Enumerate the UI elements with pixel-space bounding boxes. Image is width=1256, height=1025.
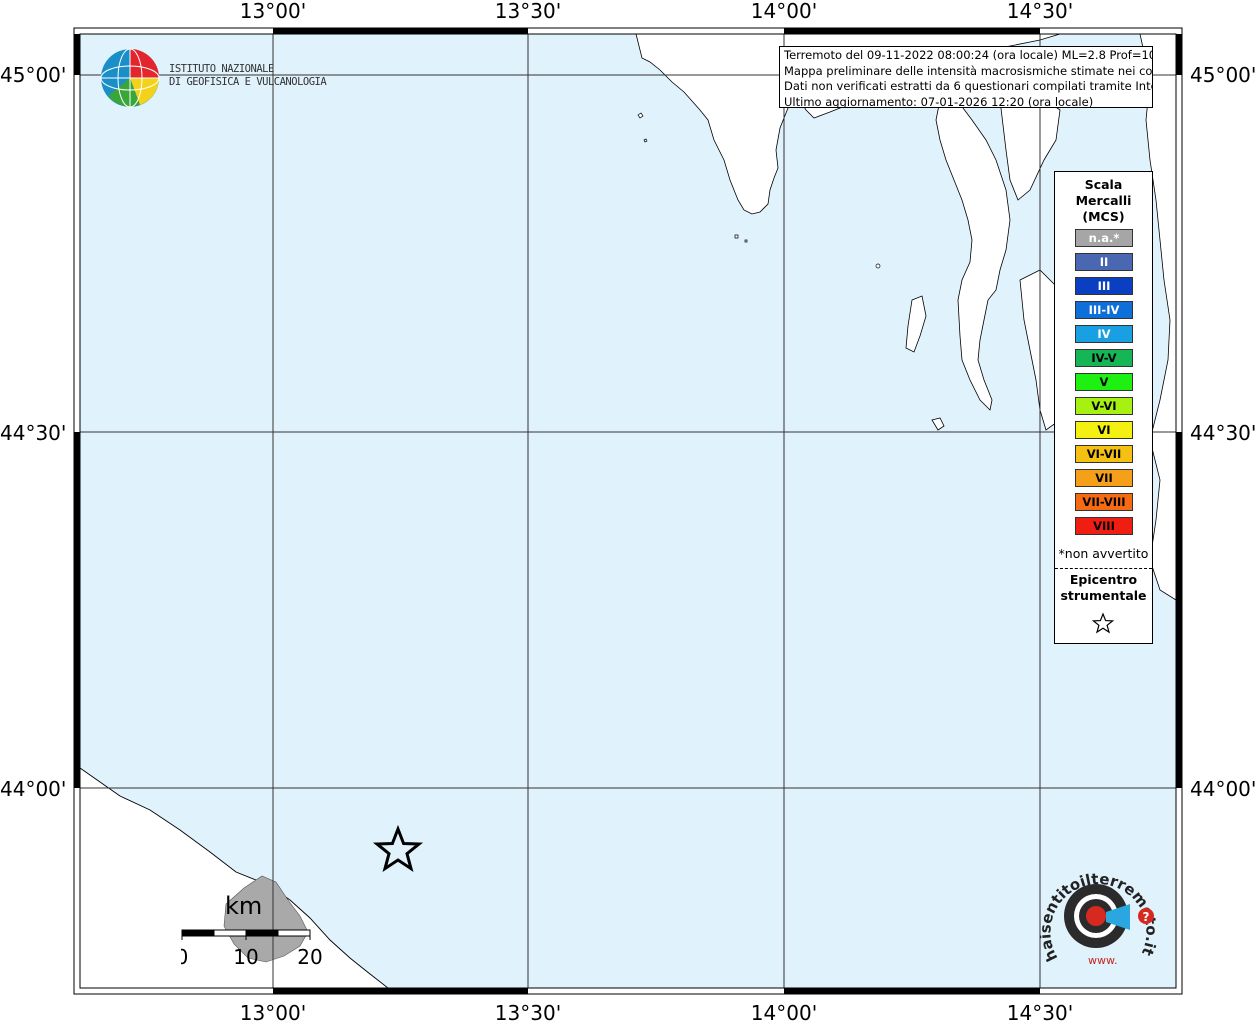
legend-title-line: (MCS)	[1082, 209, 1125, 224]
legend-swatch: II	[1075, 253, 1133, 271]
legend-swatch: V	[1075, 373, 1133, 391]
scale-label: 10	[233, 945, 258, 969]
legend-divider	[1055, 568, 1152, 569]
legend-star-icon	[1091, 612, 1115, 634]
legend-swatch: VI	[1075, 421, 1133, 439]
lon-tick-top: 14°30'	[1006, 0, 1074, 23]
lat-tick-left: 45°00'	[0, 63, 67, 87]
legend-na-note: *non avvertito	[1058, 546, 1149, 561]
lon-tick-bottom: 13°00'	[239, 1001, 307, 1025]
info-line: Dati non verificati estratti da 6 questi…	[784, 79, 1153, 93]
legend-epicenter-line: strumentale	[1060, 588, 1147, 603]
info-line: Ultimo aggiornamento: 07-01-2026 12:20 (…	[784, 94, 1094, 108]
legend-swatch: IV	[1075, 325, 1133, 343]
logo-line2: DI GEOFISICA E VULCANOLOGIA	[169, 76, 327, 88]
intensity-legend: Scala Mercalli (MCS) n.a.* II III III-IV IV I…	[1054, 171, 1153, 644]
lat-tick-left: 44°00'	[0, 777, 67, 801]
legend-swatch: III-IV	[1075, 301, 1133, 319]
haisentito-badge: haisentitoilterremoto.it www. ?	[1040, 870, 1161, 967]
scale-label: 20	[297, 945, 322, 969]
ingv-logo-text: ISTITUTO NAZIONALE DI GEOFISICA E VULCAN…	[169, 63, 327, 89]
legend-swatch: VII	[1075, 469, 1133, 487]
lon-tick-bottom: 14°00'	[750, 1001, 818, 1025]
lon-tick-top: 13°00'	[239, 0, 307, 23]
info-line: Terremoto del 09-11-2022 08:00:24 (ora l…	[784, 48, 1153, 62]
scale-bar: km 0 10 20	[181, 892, 323, 969]
badge-prefix: www.	[1088, 954, 1117, 967]
lat-tick-left: 44°30'	[0, 421, 67, 445]
legend-swatch: IV-V	[1075, 349, 1133, 367]
legend-epicenter-line: Epicentro	[1069, 572, 1138, 587]
svg-text:?: ?	[1143, 910, 1150, 924]
lon-tick-top: 13°30'	[494, 0, 562, 23]
lat-tick-right: 45°00'	[1190, 63, 1256, 87]
lat-tick-right: 44°30'	[1190, 421, 1256, 445]
legend-title-line: Scala	[1084, 177, 1123, 192]
legend-swatch: VII-VIII	[1075, 493, 1133, 511]
logo-line1: ISTITUTO NAZIONALE	[169, 63, 274, 75]
scale-unit: km	[225, 892, 262, 920]
lon-tick-bottom: 13°30'	[494, 1001, 562, 1025]
lon-tick-bottom: 14°30'	[1006, 1001, 1074, 1025]
legend-epicenter-label: Epicentro strumentale	[1055, 572, 1152, 604]
legend-swatch: V-VI	[1075, 397, 1133, 415]
lat-tick-right: 44°00'	[1190, 777, 1256, 801]
lon-tick-top: 14°00'	[750, 0, 818, 23]
scale-label: 0	[181, 945, 188, 969]
legend-swatch: n.a.*	[1075, 229, 1133, 247]
ingv-logo	[100, 48, 160, 108]
event-info-box: Terremoto del 09-11-2022 08:00:24 (ora l…	[779, 46, 1153, 108]
legend-title: Scala Mercalli (MCS)	[1055, 177, 1152, 225]
legend-title-line: Mercalli	[1075, 193, 1132, 208]
legend-swatch: III	[1075, 277, 1133, 295]
legend-swatch: VIII	[1075, 517, 1133, 535]
legend-swatch: VI-VII	[1075, 445, 1133, 463]
info-line: Mappa preliminare delle intensità macros…	[784, 63, 1153, 78]
